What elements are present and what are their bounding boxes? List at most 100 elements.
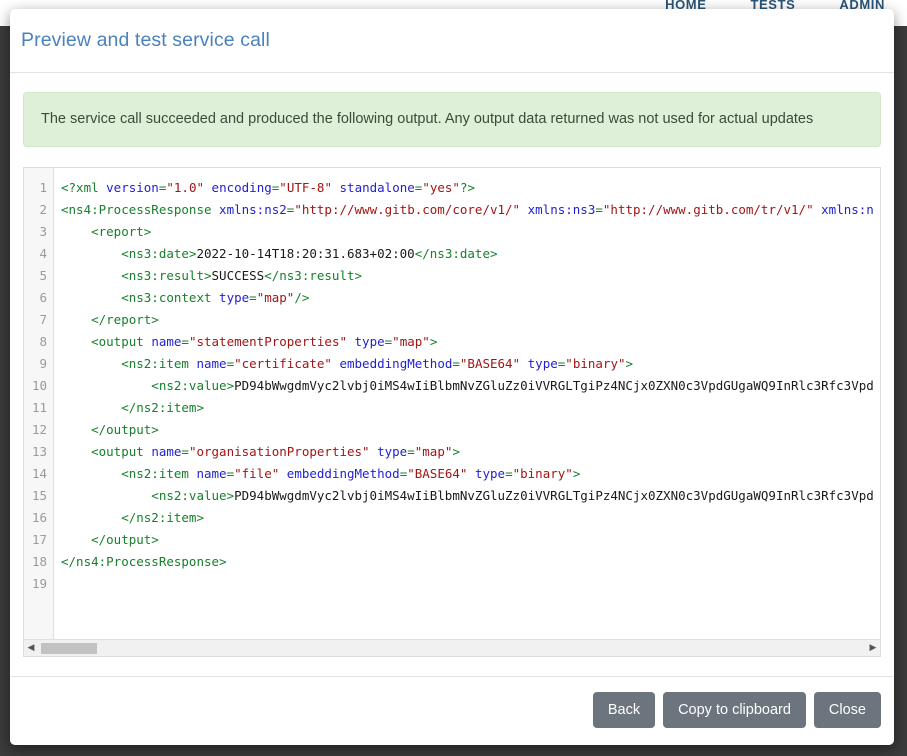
code-token-tag: </ns2:item> bbox=[61, 510, 204, 526]
code-line[interactable]: <ns3:context type="map"/> bbox=[61, 287, 880, 309]
line-number: 19 bbox=[31, 576, 47, 592]
horizontal-scrollbar-track[interactable] bbox=[38, 640, 866, 656]
code-token-tag: </ns4:ProcessResponse> bbox=[61, 554, 227, 570]
line-number: 8 bbox=[39, 334, 47, 350]
code-token-attr: standalone bbox=[339, 180, 415, 196]
code-content-area[interactable]: <?xml version = "1.0" encoding = "UTF-8" sta… bbox=[54, 168, 880, 638]
code-token-punct bbox=[204, 180, 212, 195]
line-number: 17 bbox=[31, 532, 47, 548]
code-line[interactable]: <output name="organisationProperties" ty… bbox=[61, 441, 880, 463]
code-token-text: 2022-10-14T18:20:31.683+02:00 bbox=[196, 246, 415, 262]
code-token-punct bbox=[347, 334, 355, 349]
code-token-tag: </report> bbox=[61, 312, 159, 328]
code-token-text: PD94bWwgdmVyc2lvbj0iMS4wIiBlbmNvZGluZz0i… bbox=[234, 378, 874, 394]
line-number: 10 bbox=[31, 378, 47, 394]
code-token-val: "1.0" bbox=[166, 180, 205, 196]
code-token-punct bbox=[332, 180, 340, 195]
code-token-punct: = bbox=[226, 466, 235, 482]
code-line[interactable]: </report> bbox=[61, 309, 880, 331]
code-line[interactable]: <report> bbox=[61, 221, 880, 243]
code-token-attr: type bbox=[354, 334, 385, 350]
code-token-tag: <report> bbox=[61, 224, 152, 240]
code-line[interactable]: <?xml version="1.0" encoding="UTF-8" sta… bbox=[61, 177, 880, 199]
line-number: 5 bbox=[39, 268, 47, 284]
code-line[interactable]: <ns4:ProcessResponse xmlns:ns2="http://w… bbox=[61, 199, 880, 221]
code-token-tag: <ns3:result> bbox=[61, 268, 212, 284]
line-number: 7 bbox=[39, 312, 47, 328]
code-line[interactable]: <ns2:value>PD94bWwgdmVyc2lvbj0iMS4wIiBlb… bbox=[61, 485, 880, 507]
code-token-val: "binary" bbox=[565, 356, 626, 372]
success-alert: The service call succeeded and produced … bbox=[23, 92, 881, 148]
code-token-punct bbox=[370, 444, 378, 459]
code-token-punct bbox=[520, 356, 528, 371]
line-number-gutter: 1 2 3 4 5 6 7 8 9 10 11 12 13 14 15 16 17 18 19 bbox=[24, 168, 54, 639]
code-token-attr: name bbox=[196, 356, 227, 372]
code-token-tag: </ns2:item> bbox=[61, 400, 204, 416]
copy-to-clipboard-button[interactable]: Copy to clipboard bbox=[663, 691, 806, 728]
code-token-val: "statementProperties" bbox=[188, 334, 347, 350]
line-number: 18 bbox=[31, 554, 47, 570]
close-button[interactable]: Close bbox=[813, 691, 881, 728]
code-token-text: PD94bWwgdmVyc2lvbj0iMS4wIiBlbmNvZGluZz0i… bbox=[234, 488, 874, 504]
code-line[interactable]: </ns4:ProcessResponse> bbox=[61, 551, 880, 573]
code-token-tag: <ns3:date> bbox=[61, 246, 197, 262]
xml-code-editor[interactable]: 1 2 3 4 5 6 7 8 9 10 11 12 13 14 15 16 17 18 19 <?xml vers… bbox=[23, 167, 881, 657]
code-token-tag: > bbox=[625, 356, 634, 372]
code-line[interactable]: <output name="statementProperties" type=… bbox=[61, 331, 880, 353]
horizontal-scrollbar[interactable]: ◀ ▶ bbox=[24, 638, 880, 656]
code-token-val: "certificate" bbox=[234, 356, 332, 372]
code-line[interactable]: <ns2:item name="certificate" embeddingMe… bbox=[61, 353, 880, 375]
code-token-punct: = bbox=[407, 444, 415, 460]
code-token-attr: version bbox=[106, 180, 159, 196]
code-line[interactable] bbox=[61, 573, 880, 595]
modal-title: Preview and test service call bbox=[21, 29, 270, 51]
code-token-attr: encoding bbox=[211, 180, 272, 196]
line-number: 14 bbox=[31, 466, 47, 482]
code-token-val: "file" bbox=[234, 466, 280, 482]
back-button[interactable]: Back bbox=[592, 691, 656, 728]
modal-header: Preview and test service call bbox=[10, 9, 894, 73]
code-line[interactable]: <ns2:value>PD94bWwgdmVyc2lvbj0iMS4wIiBlb… bbox=[61, 375, 880, 397]
code-token-attr: embeddingMethod bbox=[286, 466, 400, 482]
code-token-attr: name bbox=[151, 444, 182, 460]
code-token-attr: type bbox=[474, 466, 506, 482]
code-token-attr: xmlns:n bbox=[821, 202, 874, 218]
code-token-val: "binary" bbox=[512, 466, 573, 482]
code-token-attr: xmlns:ns2 bbox=[219, 202, 287, 218]
code-token-punct bbox=[520, 202, 528, 217]
horizontal-scrollbar-thumb[interactable] bbox=[41, 642, 97, 654]
code-token-val: "map" bbox=[414, 444, 453, 460]
code-line[interactable]: </output> bbox=[61, 529, 880, 551]
code-token-tag: > bbox=[452, 444, 460, 460]
modal-body: The service call succeeded and produced … bbox=[10, 73, 894, 657]
code-token-text: SUCCESS bbox=[211, 268, 265, 284]
code-token-attr: type bbox=[527, 356, 558, 372]
line-number: 13 bbox=[31, 444, 47, 460]
code-token-tag: </output> bbox=[61, 532, 159, 548]
code-token-val: "organisationProperties" bbox=[188, 444, 370, 460]
code-token-tag: </ns3:date> bbox=[414, 246, 498, 262]
code-token-punct: <?xml bbox=[61, 180, 107, 196]
code-token-punct bbox=[467, 466, 475, 481]
code-line[interactable]: <ns3:date>2022-10-14T18:20:31.683+02:00<… bbox=[61, 243, 880, 265]
code-token-val: "http://www.gitb.com/tr/v1/" bbox=[602, 202, 814, 218]
scroll-left-arrow-icon[interactable]: ◀ bbox=[24, 640, 38, 656]
code-editor-surface[interactable]: 1 2 3 4 5 6 7 8 9 10 11 12 13 14 15 16 17 18 19 <?xml vers… bbox=[24, 168, 880, 639]
code-token-punct: = bbox=[181, 444, 189, 460]
code-line[interactable]: </output> bbox=[61, 419, 880, 441]
code-line[interactable]: <ns3:result>SUCCESS</ns3:result> bbox=[61, 265, 880, 287]
code-token-val: "map" bbox=[256, 290, 295, 306]
code-line[interactable]: </ns2:item> bbox=[61, 397, 880, 419]
code-token-tag: <ns2:value> bbox=[61, 378, 235, 394]
code-token-val: "map" bbox=[392, 334, 430, 350]
line-number: 11 bbox=[31, 400, 47, 416]
code-token-attr: type bbox=[377, 444, 408, 460]
code-line[interactable]: <ns2:item name="file" embeddingMethod="B… bbox=[61, 463, 880, 485]
modal-footer: Back Copy to clipboard Close bbox=[10, 675, 894, 745]
scroll-right-arrow-icon[interactable]: ▶ bbox=[866, 640, 880, 656]
code-token-punct: ?> bbox=[459, 180, 476, 196]
code-token-punct: = bbox=[505, 466, 513, 482]
code-token-val: "yes" bbox=[422, 180, 460, 196]
code-token-val: "BASE64" bbox=[407, 466, 468, 482]
code-line[interactable]: </ns2:item> bbox=[61, 507, 880, 529]
